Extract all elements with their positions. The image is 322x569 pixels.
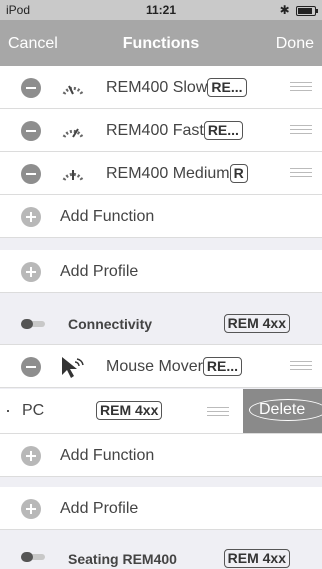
function-row[interactable]: REM400 Medium R [0, 152, 322, 195]
delete-circle-icon[interactable] [21, 164, 41, 184]
device-badge: RE... [207, 78, 247, 97]
reorder-handle-icon[interactable] [290, 361, 312, 371]
profile-name: Seating REM400 [68, 551, 177, 567]
speed-gauge-icon [62, 170, 84, 181]
done-button[interactable]: Done [276, 35, 314, 53]
function-row[interactable]: Mouse Mover RE... [0, 345, 322, 388]
speed-gauge-icon [62, 128, 84, 138]
delete-circle-icon[interactable] [21, 357, 41, 377]
add-circle-icon[interactable] [21, 499, 41, 519]
add-profile-label: Add Profile [60, 500, 139, 517]
delete-button[interactable]: Delete [243, 389, 322, 433]
profile-name: Connectivity [68, 316, 153, 332]
row-edge-dot [7, 410, 9, 412]
section-gap [0, 238, 322, 250]
status-bar: iPod 11:21 ✱ [0, 0, 322, 20]
device-badge: REM 4xx [96, 401, 163, 420]
add-function-row[interactable]: Add Function [0, 434, 322, 477]
status-time: 11:21 [145, 3, 177, 17]
cancel-button[interactable]: Cancel [8, 35, 58, 53]
section-gap [0, 477, 322, 487]
reorder-handle-icon[interactable] [290, 168, 312, 178]
add-profile-row[interactable]: Add Profile [0, 250, 322, 293]
reorder-handle-icon[interactable] [290, 82, 312, 92]
device-badge: REM 4xx [223, 314, 290, 333]
profile-header-seating[interactable]: Seating REM400 REM 4xx [0, 538, 322, 569]
profile-header-connectivity[interactable]: Connectivity REM 4xx [0, 303, 322, 345]
swiped-function-row[interactable]: PC REM 4xx Delete [0, 389, 322, 434]
add-function-label: Add Function [60, 447, 155, 464]
function-label: PC [22, 402, 45, 419]
add-profile-label: Add Profile [60, 263, 139, 280]
bluetooth-icon: ✱ [279, 3, 290, 17]
add-circle-icon[interactable] [21, 262, 41, 282]
speed-gauge-icon [62, 85, 84, 95]
device-badge: R [229, 164, 248, 183]
status-icons: ✱ [279, 3, 318, 17]
reorder-handle-icon[interactable] [290, 125, 312, 135]
delete-circle-icon[interactable] [21, 121, 41, 141]
add-circle-icon[interactable] [21, 207, 41, 227]
function-label: REM400 Medium R [106, 164, 248, 183]
add-profile-row[interactable]: Add Profile [0, 487, 322, 530]
battery-icon [296, 5, 318, 16]
delete-label: Delete [259, 401, 306, 418]
profile-toggle[interactable] [21, 319, 45, 329]
function-label: REM400 Slow RE... [106, 78, 247, 97]
reorder-handle-icon[interactable] [207, 407, 229, 417]
function-row[interactable]: REM400 Fast RE... [0, 109, 322, 152]
function-label: REM400 Fast RE... [106, 121, 243, 140]
delete-circle-icon[interactable] [21, 78, 41, 98]
nav-bar: Cancel Functions Done [0, 20, 322, 66]
section-gap [0, 530, 322, 538]
section-gap [0, 293, 322, 303]
device-badge: REM 4xx [223, 549, 290, 568]
profile-toggle[interactable] [21, 552, 45, 562]
add-function-row[interactable]: Add Function [0, 195, 322, 238]
function-row[interactable]: REM400 Slow RE... [0, 66, 322, 109]
device-badge: RE... [203, 121, 243, 140]
function-label: Mouse Mover RE... [106, 357, 243, 376]
add-circle-icon[interactable] [21, 446, 41, 466]
mouse-cursor-icon [62, 357, 84, 378]
device-badge: RE... [202, 357, 243, 376]
add-function-label: Add Function [60, 208, 155, 225]
